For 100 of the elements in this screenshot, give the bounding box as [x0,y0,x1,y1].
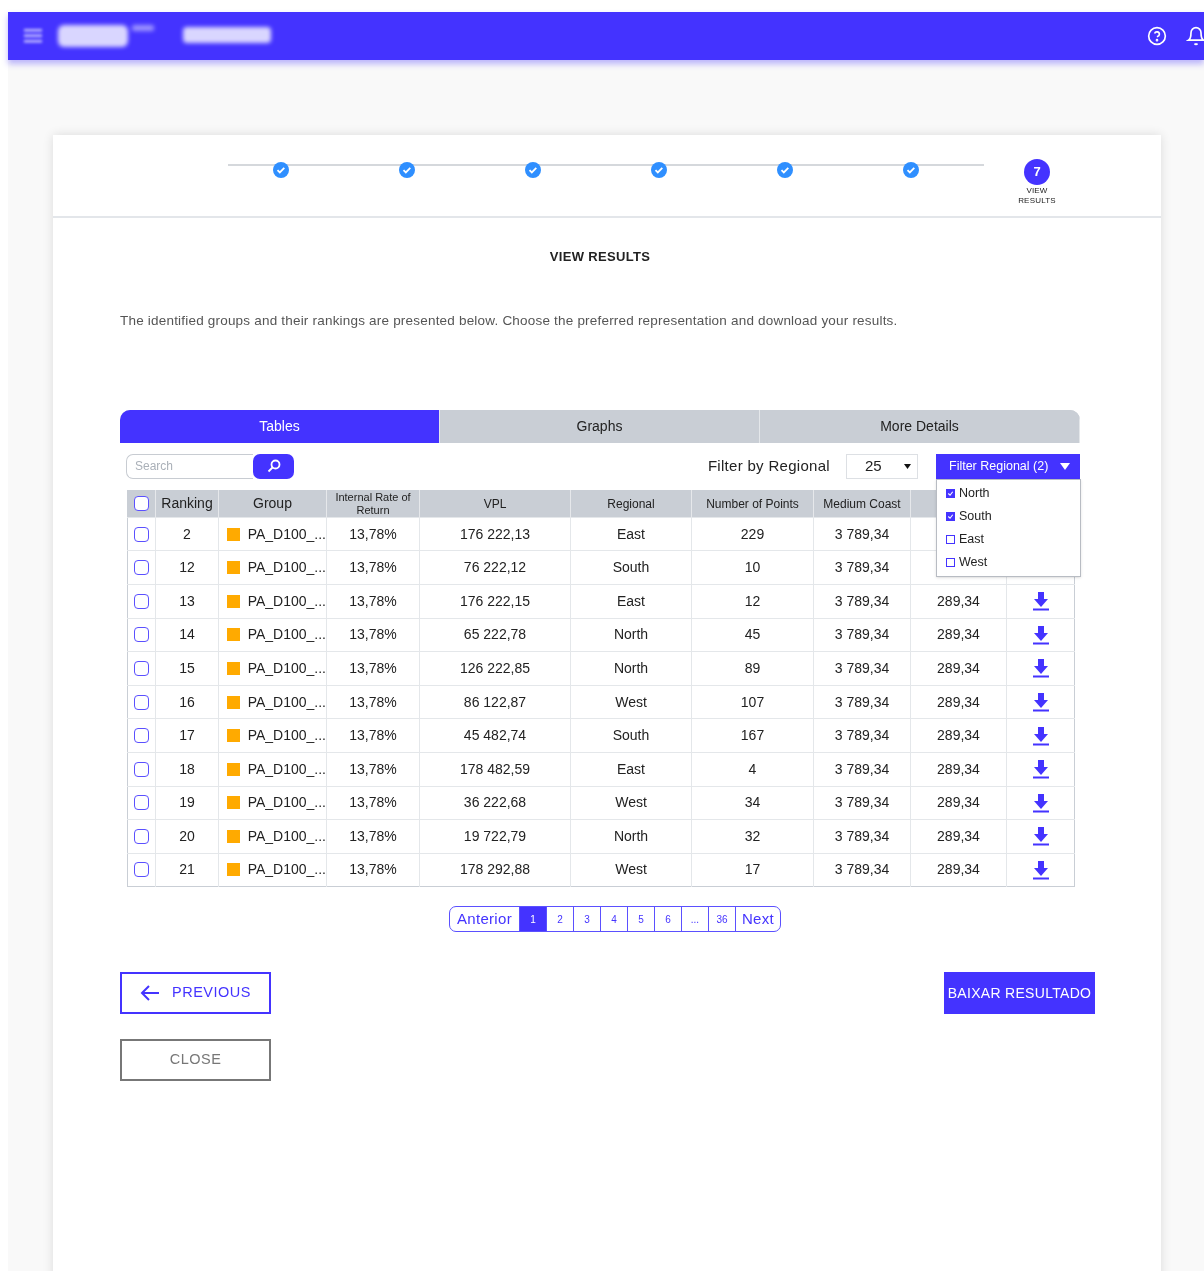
table-cell: 289,34 [937,626,980,643]
row-checkbox[interactable] [134,761,149,777]
download-icon[interactable] [1031,826,1050,847]
page-link[interactable]: 1 [518,907,546,932]
table-cell: 289,34 [937,760,980,777]
filter-option[interactable]: West [959,552,988,572]
search-button[interactable] [253,453,294,479]
table-cell: 3 789,34 [834,525,890,542]
table-cell: 3 789,34 [834,861,890,878]
table-cell-text: PA_D100_... [247,726,326,746]
row-checkbox[interactable] [134,526,149,542]
table-cell: 14 [179,626,195,643]
table-cell: North [613,659,649,676]
page-size-select[interactable]: 25 [846,453,918,479]
table-cell: 32 [744,827,761,844]
table-cell: 45 482,74 [463,727,527,744]
table-cell-text: PA_D100_... [247,524,326,544]
table-cell: South [612,727,650,744]
table-cell: 76 222,12 [463,559,527,576]
option-checkbox[interactable] [946,557,955,567]
caret-icon [1060,462,1070,470]
row-checkbox[interactable] [134,694,149,710]
search-icon [266,459,281,474]
table-cell: North [613,626,649,643]
download-icon[interactable] [1031,759,1050,780]
table-cell: 107 [740,693,765,710]
table-cell: 289,34 [937,659,980,676]
previous-page-link[interactable]: Anterior [450,907,519,932]
option-checkbox[interactable] [946,511,955,521]
filter-option[interactable]: East [959,529,984,549]
row-checkbox[interactable] [134,593,149,609]
previous-button[interactable]: PREVIOUS [120,972,271,1015]
download-results-button[interactable]: BAIXAR RESULTADO [944,972,1095,1015]
select-all-checkbox[interactable] [134,496,149,512]
table-cell: 13,78% [349,727,397,744]
column-header: Regional [607,497,655,512]
table-cell-text: PA_D100_... [247,826,326,846]
table-cell: 3 789,34 [834,559,890,576]
download-icon[interactable] [1031,860,1050,880]
table-cell-text: PA_D100_... [247,692,326,712]
download-icon[interactable] [1031,658,1050,679]
row-checkbox[interactable] [134,828,149,844]
table-cell: 17 [179,727,195,744]
download-icon[interactable] [1031,692,1050,712]
table-cell: 65 222,78 [463,626,527,643]
table-cell: 176 222,13 [459,525,531,542]
table-cell: 13,78% [349,760,397,777]
table-cell: 126 222,85 [459,659,531,676]
table-cell: 289,34 [937,592,980,609]
search-field[interactable]: Search [126,453,253,479]
filter-option[interactable]: South [959,506,992,526]
row-checkbox[interactable] [134,795,149,811]
table-cell-text: PA_D100_... [247,591,326,611]
step-number: 7 [1024,159,1050,185]
table-cell: 2 [183,525,191,542]
help-icon[interactable] [1147,26,1167,46]
row-checkbox[interactable] [134,728,149,744]
arrow-left-icon [140,984,161,1003]
table-cell: 13,78% [349,659,397,676]
table-cell: 13,78% [349,592,397,609]
table-cell: 13,78% [349,794,397,811]
option-checkbox[interactable] [946,488,955,498]
table-cell: 3 789,34 [834,693,890,710]
column-header: Medium Coast [823,497,901,512]
row-checkbox[interactable] [134,660,149,676]
row-checkbox[interactable] [134,627,149,643]
download-icon[interactable] [1031,591,1050,612]
table-cell: 289,34 [937,861,980,878]
table-cell: 13,78% [349,626,397,643]
row-checkbox[interactable] [134,560,149,576]
download-icon[interactable] [1031,792,1050,813]
table-cell: 289,34 [937,794,980,811]
table-cell: North [613,827,649,844]
filter-option[interactable]: North [959,483,990,503]
table-cell: West [615,794,647,811]
table-cell: East [617,525,645,542]
table-cell: 289,34 [937,727,980,744]
filter-dropdown-button[interactable]: Filter Regional (2) [936,453,1080,479]
table-cell: 45 [744,626,761,643]
table-cell: 13,78% [349,861,397,878]
download-icon[interactable] [1031,624,1050,645]
table-cell: 12 [744,592,761,609]
table-cell: 89 [744,659,761,676]
table-cell: 20 [179,827,195,844]
table-cell: 19 [179,794,195,811]
intro-text: The identified groups and their rankings are presented below. Choose the preferred representation and download your results. [120,311,899,330]
table-cell: 3 789,34 [834,727,890,744]
column-header: VPL [483,497,507,512]
table-cell: 15 [179,659,195,676]
table-cell: 289,34 [937,693,980,710]
table-cell: 13 [179,592,195,609]
row-checkbox[interactable] [134,862,149,878]
next-page-link[interactable]: Next [734,907,780,932]
download-icon[interactable] [1031,725,1050,746]
table-cell: 3 789,34 [834,659,890,676]
table-cell-text: PA_D100_... [247,558,326,578]
bell-icon[interactable] [1186,26,1204,46]
tab[interactable]: Tables [120,409,440,443]
close-button[interactable]: CLOSE [120,1039,271,1082]
option-checkbox[interactable] [946,534,955,544]
